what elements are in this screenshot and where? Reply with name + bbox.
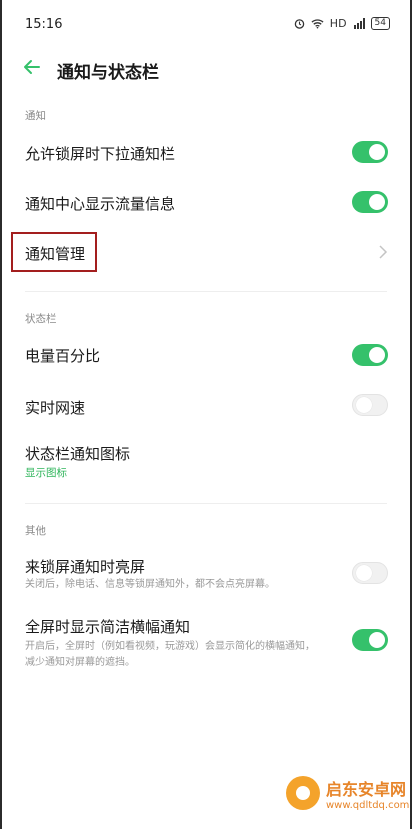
- row-description-line1: 开启后，全屏时（例如看视频，玩游戏）会显示简化的横幅通知，: [25, 641, 315, 652]
- row-title: 通知中心显示流量信息: [25, 195, 176, 213]
- toggle-knob: [369, 632, 385, 648]
- highlight-box: [11, 232, 97, 272]
- watermark: 启东安卓网 www.qdltdq.com: [282, 770, 410, 820]
- status-icons: HD 54: [294, 17, 390, 30]
- toggle-knob: [369, 194, 385, 210]
- watermark-name: 启东安卓网: [326, 780, 407, 799]
- row-title: 电量百分比: [25, 347, 101, 365]
- watermark-logo-icon: [286, 776, 320, 810]
- toggle-traffic-info[interactable]: [352, 191, 388, 213]
- divider: [25, 291, 387, 292]
- toggle-lockscreen-pull[interactable]: [352, 141, 388, 163]
- row-description-line2: 减少通知对屏幕的遮挡。: [25, 657, 135, 668]
- row-value: 显示图标: [25, 467, 67, 479]
- row-title: 状态栏通知图标: [25, 445, 131, 463]
- status-time: 15:16: [25, 17, 63, 32]
- signal-icon: [353, 18, 365, 29]
- toggle-knob: [369, 347, 385, 363]
- status-bar: 15:16 HD 54: [0, 0, 412, 48]
- page-title: 通知与状态栏: [57, 63, 159, 83]
- toggle-wake-screen[interactable]: [352, 562, 388, 584]
- battery-icon: 54: [370, 17, 390, 30]
- toggle-battery-percentage[interactable]: [352, 344, 388, 366]
- section-label-statusbar: 状态栏: [25, 313, 57, 325]
- toggle-net-speed[interactable]: [352, 394, 388, 416]
- toggle-knob: [356, 397, 372, 413]
- hd-label: HD: [329, 17, 347, 30]
- chevron-right-icon: [379, 245, 388, 259]
- toggle-knob: [369, 144, 385, 160]
- row-title: 实时网速: [25, 399, 86, 417]
- row-description: 关闭后，除电话、信息等锁屏通知外，都不会点亮屏幕。: [25, 579, 275, 590]
- section-label-notifications: 通知: [25, 110, 46, 122]
- row-title: 全屏时显示简洁横幅通知: [25, 618, 191, 636]
- toggle-knob: [356, 565, 372, 581]
- row-title: 允许锁屏时下拉通知栏: [25, 145, 176, 163]
- toggle-fullscreen-banner[interactable]: [352, 629, 388, 651]
- alarm-icon: [294, 19, 305, 29]
- row-title: 来锁屏通知时亮屏: [25, 558, 146, 576]
- section-label-other: 其他: [25, 525, 46, 537]
- back-arrow-icon[interactable]: [22, 57, 42, 77]
- watermark-url: www.qdltdq.com: [326, 800, 410, 811]
- divider: [25, 503, 387, 504]
- wifi-icon: [311, 19, 324, 29]
